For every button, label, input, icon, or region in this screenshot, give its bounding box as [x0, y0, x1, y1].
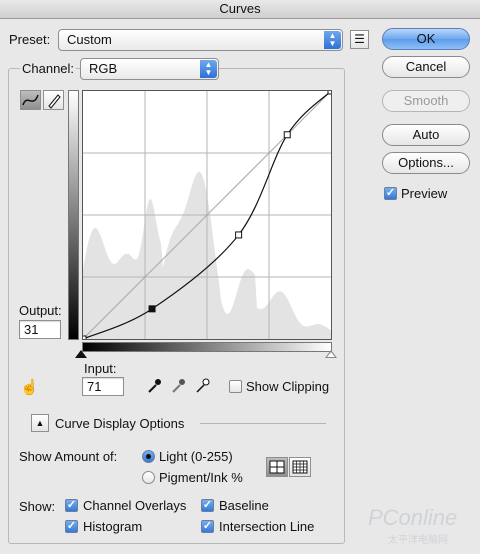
show-amount-label: Show Amount of:	[19, 449, 118, 464]
preview-label: Preview	[401, 186, 448, 201]
show-clipping-checkbox[interactable]	[229, 380, 242, 393]
pigment-radio[interactable]	[142, 471, 155, 484]
window-title: Curves	[0, 0, 480, 19]
intersection-line-checkbox[interactable]: ✓	[201, 520, 214, 533]
preview-checkbox[interactable]: ✓	[384, 187, 397, 200]
channel-dropdown[interactable]: RGB ▲ ▼	[80, 58, 219, 80]
curve-edit-tool-icon[interactable]	[20, 90, 41, 110]
separator	[200, 423, 326, 424]
preset-dropdown[interactable]: Custom ▲ ▼	[58, 29, 343, 51]
curve-control-point[interactable]	[83, 335, 87, 339]
channel-label: Channel:	[20, 61, 77, 76]
disclosure-triangle-icon[interactable]: ▲	[31, 414, 49, 432]
black-eyedropper-icon[interactable]	[146, 378, 162, 397]
output-field[interactable]: 31	[19, 320, 61, 339]
pigment-label: Pigment/Ink %	[159, 470, 243, 485]
baseline-label: Baseline	[219, 498, 269, 513]
simple-grid-icon[interactable]	[266, 457, 288, 477]
curve-control-point[interactable]	[283, 131, 291, 139]
gray-eyedropper-icon[interactable]	[170, 378, 186, 397]
pencil-tool-icon[interactable]	[43, 90, 64, 110]
watermark-logo: PConline	[368, 505, 458, 530]
watermark-subtitle: 太平洋电脑网	[388, 535, 448, 546]
curve-graph[interactable]	[82, 90, 332, 340]
on-image-adjust-icon[interactable]: ☝	[20, 378, 39, 396]
curve-control-point[interactable]	[148, 305, 156, 313]
channel-overlays-checkbox[interactable]: ✓	[65, 499, 78, 512]
preset-options-icon[interactable]: ☰	[350, 30, 369, 49]
output-gradient-bar	[68, 90, 79, 340]
light-radio[interactable]	[142, 450, 155, 463]
input-label: Input:	[84, 361, 117, 376]
curve-control-point[interactable]	[235, 231, 243, 239]
histogram-checkbox[interactable]: ✓	[65, 520, 78, 533]
cancel-button[interactable]: Cancel	[382, 56, 470, 78]
histogram-label: Histogram	[83, 519, 143, 534]
popup-arrows-icon: ▲ ▼	[200, 60, 217, 78]
curve-graph-svg[interactable]	[83, 91, 331, 339]
preset-value: Custom	[67, 32, 112, 47]
options-button[interactable]: Options...	[382, 152, 470, 174]
channel-value: RGB	[89, 61, 118, 76]
input-field[interactable]: 71	[82, 377, 124, 396]
preset-label: Preset:	[9, 32, 51, 47]
black-point-slider[interactable]	[75, 350, 87, 358]
intersection-line-label: Intersection Line	[219, 519, 315, 534]
light-label: Light (0-255)	[159, 449, 233, 464]
popup-arrows-icon: ▲ ▼	[324, 31, 341, 49]
white-point-slider-fill	[327, 352, 335, 357]
smooth-button[interactable]: Smooth	[382, 90, 470, 112]
curve-control-point[interactable]	[327, 91, 331, 95]
input-gradient-bar	[82, 342, 332, 352]
baseline-checkbox[interactable]: ✓	[201, 499, 214, 512]
channel-overlays-label: Channel Overlays	[83, 498, 187, 513]
curve-display-options-label: Curve Display Options	[55, 416, 185, 431]
show-clipping-label: Show Clipping	[246, 379, 330, 394]
auto-button[interactable]: Auto	[382, 124, 470, 146]
output-label: Output:	[19, 303, 62, 318]
detailed-grid-icon[interactable]	[289, 457, 311, 477]
white-eyedropper-icon[interactable]	[194, 378, 210, 397]
show-label: Show:	[19, 499, 56, 514]
ok-button[interactable]: OK	[382, 28, 470, 50]
